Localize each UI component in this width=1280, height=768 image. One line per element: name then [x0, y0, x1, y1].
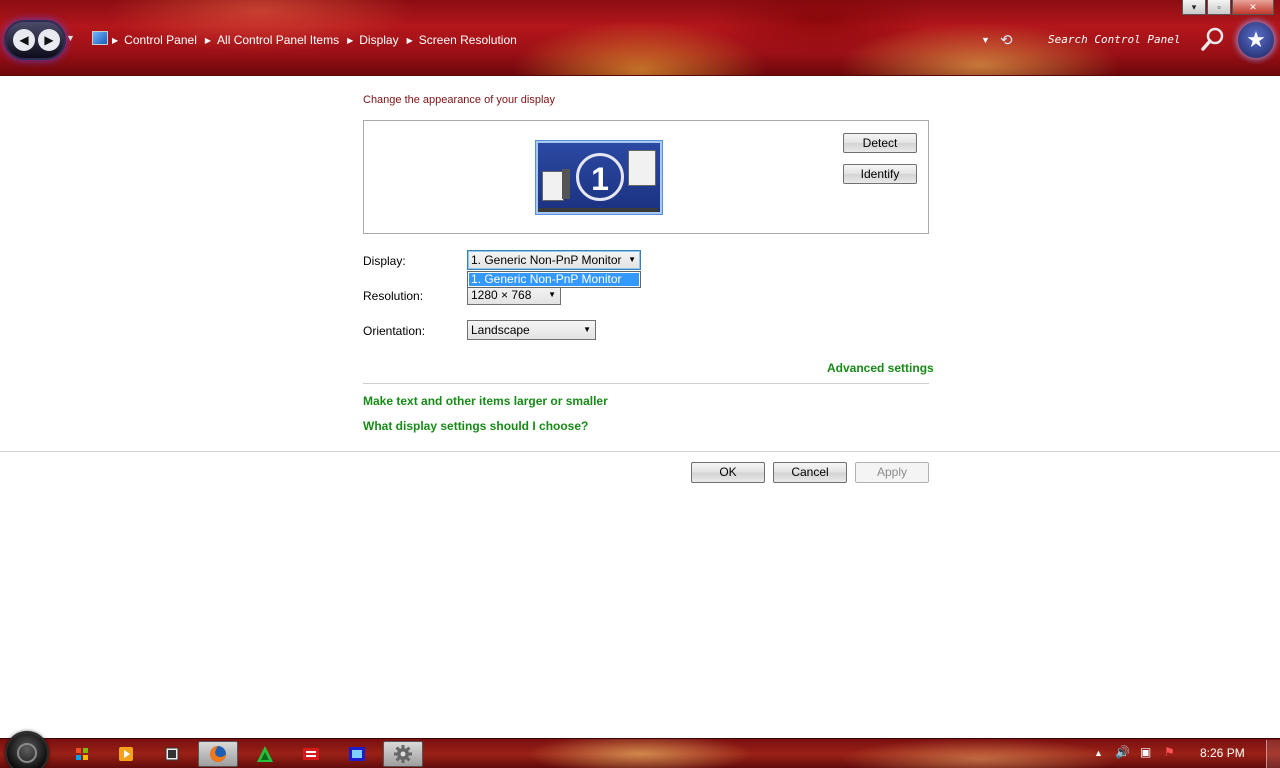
address-dropdown-icon[interactable]: ▼ [981, 35, 990, 45]
resolution-select-value: 1280 × 768 [471, 288, 532, 302]
explorer-titlebar: ◀ ▶ ▼ ▶ Control Panel ▶ All Control Pane… [0, 0, 1280, 76]
orientation-select[interactable]: Landscape ▼ [467, 320, 596, 340]
window-thumbnail-icon [628, 150, 656, 186]
search-icon[interactable] [1200, 26, 1226, 52]
forward-arrow-icon[interactable]: ▶ [38, 29, 60, 51]
page-title: Change the appearance of your display [363, 94, 556, 106]
show-hidden-icons-icon[interactable]: ▲ [1094, 748, 1103, 758]
display-help-link[interactable]: What display settings should I choose? [363, 419, 588, 433]
recent-pages-chevron-icon[interactable]: ▼ [66, 33, 75, 43]
advanced-settings-link[interactable]: Advanced settings [827, 361, 934, 375]
breadcrumb-all-items[interactable]: All Control Panel Items [211, 33, 347, 47]
window-thumbnail-icon [542, 171, 564, 201]
apply-button[interactable]: Apply [855, 462, 929, 483]
volume-icon[interactable]: 🔊 [1115, 745, 1130, 759]
monitor-number: 1 [576, 153, 624, 201]
cancel-button[interactable]: Cancel [773, 462, 847, 483]
identify-button[interactable]: Identify [843, 164, 917, 184]
breadcrumb-control-panel[interactable]: Control Panel [118, 33, 205, 47]
favorites-star-icon[interactable]: ★ [1238, 22, 1274, 58]
app-window-icon[interactable] [152, 741, 192, 767]
action-center-icon[interactable]: ⚑ [1164, 745, 1175, 759]
monitor-preview-panel: 1 Detect Identify [363, 120, 929, 234]
breadcrumb-screen-resolution[interactable]: Screen Resolution [413, 33, 525, 47]
maximize-button[interactable]: ▫ [1207, 0, 1231, 15]
green-triangle-app-icon[interactable] [245, 741, 285, 767]
taskbar-clock[interactable]: 8:26 PM [1200, 746, 1245, 760]
media-player-icon[interactable] [106, 741, 146, 767]
divider [0, 451, 1280, 452]
blue-app-icon[interactable] [337, 741, 377, 767]
show-desktop-button[interactable] [1266, 740, 1280, 768]
display-option-generic-monitor[interactable]: 1. Generic Non-PnP Monitor [469, 273, 639, 286]
start-orb-icon[interactable] [7, 733, 47, 768]
minimize-button[interactable]: ▾ [1182, 0, 1206, 15]
back-arrow-icon[interactable]: ◀ [13, 29, 35, 51]
taskbar [0, 738, 1280, 768]
windows-explorer-icon[interactable] [62, 741, 102, 767]
window-controls: ▾ ▫ ✕ [1181, 0, 1274, 15]
orientation-label: Orientation: [363, 324, 426, 338]
display-select[interactable]: 1. Generic Non-PnP Monitor ▼ [467, 250, 641, 270]
close-button[interactable]: ✕ [1232, 0, 1274, 15]
resolution-label: Resolution: [363, 289, 424, 303]
chevron-down-icon: ▼ [583, 325, 591, 334]
display-dropdown-list: 1. Generic Non-PnP Monitor [467, 271, 641, 288]
search-input[interactable]: Search Control Panel [1048, 33, 1190, 46]
red-app-icon[interactable] [291, 741, 331, 767]
control-panel-icon [92, 31, 108, 45]
breadcrumb: ▶ Control Panel ▶ All Control Panel Item… [112, 32, 525, 48]
firefox-icon[interactable] [198, 741, 238, 767]
monitor-1-thumbnail[interactable]: 1 [535, 140, 663, 215]
taskbar-thumbnail [538, 208, 658, 212]
resolution-select[interactable]: 1280 × 768 ▼ [467, 285, 561, 305]
display-label: Display: [363, 254, 406, 268]
breadcrumb-display[interactable]: Display [353, 33, 406, 47]
window-thumbnail-icon [562, 169, 570, 199]
network-icon[interactable]: ▣ [1140, 745, 1151, 759]
text-size-link[interactable]: Make text and other items larger or smal… [363, 394, 608, 408]
refresh-icon[interactable]: ⟲ [1000, 31, 1013, 49]
ok-button[interactable]: OK [691, 462, 765, 483]
display-select-value: 1. Generic Non-PnP Monitor [471, 253, 622, 267]
chevron-down-icon: ▼ [548, 290, 556, 299]
detect-button[interactable]: Detect [843, 133, 917, 153]
chevron-down-icon: ▼ [628, 255, 636, 264]
divider [363, 383, 929, 384]
settings-gear-icon[interactable] [383, 741, 423, 767]
orientation-select-value: Landscape [471, 323, 530, 337]
